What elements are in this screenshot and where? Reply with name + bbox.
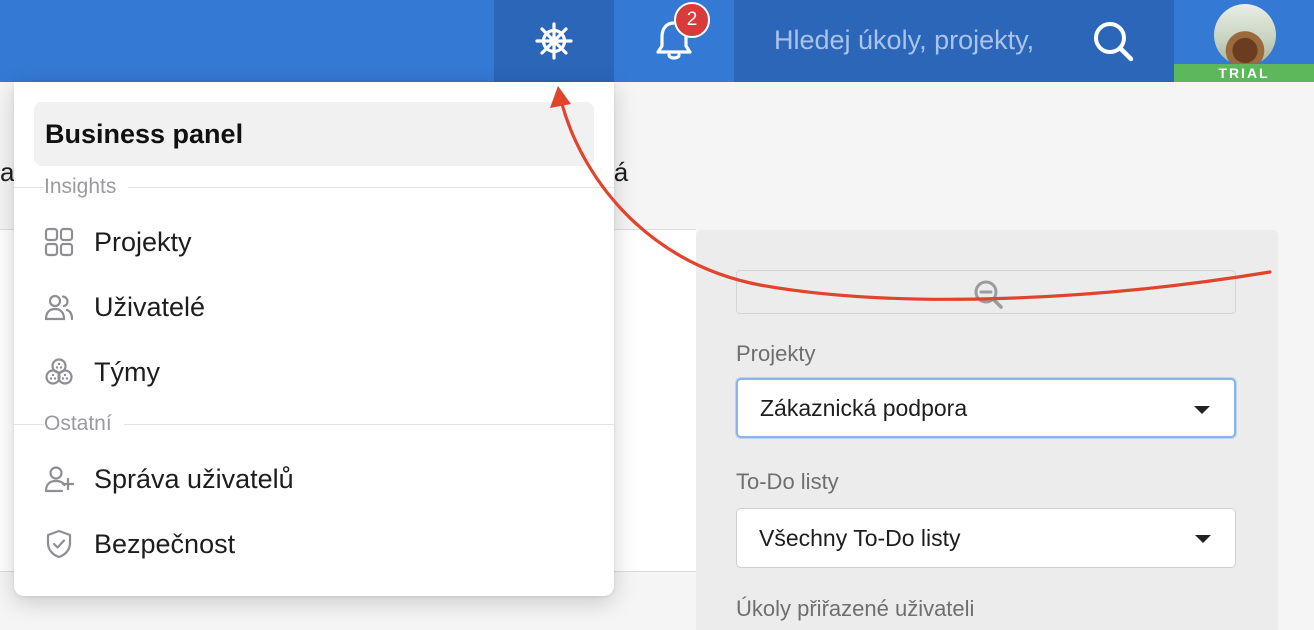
teams-icon [45,358,73,385]
global-search [734,0,1174,82]
avatar[interactable] [1214,4,1276,66]
notifications-button[interactable] [614,0,734,82]
filter-panel: Projekty Zákaznická podpora To-Do listy … [696,230,1278,630]
projects-select[interactable]: Zákaznická podpora [736,378,1236,438]
trial-badge: TRIAL [1174,64,1314,82]
grid-icon [44,227,74,257]
projects-select-value: Zákaznická podpora [760,395,968,421]
menu-item-bezpecnost[interactable]: Bezpečnost [14,516,614,572]
projects-filter-label: Projekty [736,341,816,366]
section-label-ostatni: Ostatní [44,412,124,436]
todo-select[interactable]: Všechny To-Do listy [736,508,1236,568]
menu-item-projekty[interactable]: Projekty [14,214,614,270]
ship-wheel-icon [535,22,573,60]
assigned-filter-label: Úkoly přiřazené uživateli [736,596,975,621]
menu-item-label: Bezpečnost [94,528,236,559]
menu-header[interactable]: Business panel [34,102,594,166]
todo-filter-label: To-Do listy [736,469,839,494]
filter-search-field[interactable] [736,270,1236,314]
menu-item-label: Projekty [94,226,192,257]
menu-item-label: Uživatelé [94,291,206,322]
shield-icon [46,529,72,559]
menu-item-tymy[interactable]: Týmy [14,344,614,400]
menu-item-label: Týmy [94,356,160,387]
menu-item-sprava-uzivatelu[interactable]: Správa uživatelů [14,451,614,507]
caret-down-icon [1194,406,1210,414]
search-input[interactable] [774,18,1064,62]
users-icon [44,294,74,321]
section-label-insights: Insights [44,175,129,199]
business-panel-button[interactable] [494,0,614,82]
menu-item-uzivatele[interactable]: Uživatelé [14,279,614,335]
zoom-out-icon [974,280,1003,309]
caret-down-icon [1195,535,1211,543]
search-icon[interactable] [1090,18,1136,64]
business-panel-menu: Business panel Insights Projekty Uživate… [14,82,614,596]
user-plus-icon [44,466,74,493]
account-menu[interactable]: TRIAL [1174,0,1314,82]
background-text-fragment: a [0,157,15,187]
top-bar: 2 TRIAL [0,0,1314,82]
todo-select-value: Všechny To-Do listy [759,525,961,551]
menu-item-label: Správa uživatelů [94,463,294,494]
notification-count-badge: 2 [674,2,710,38]
